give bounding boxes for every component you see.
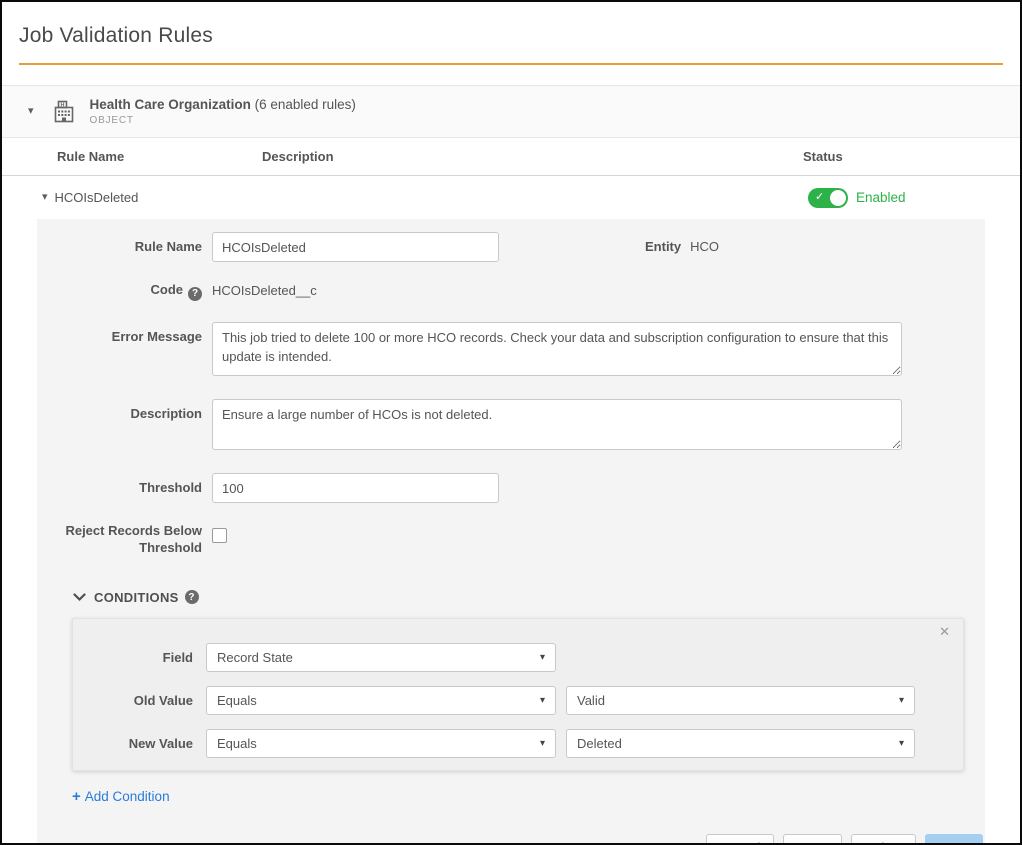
new-value-operator: Equals	[217, 736, 257, 751]
reject-below-threshold-checkbox[interactable]	[212, 528, 227, 543]
threshold-row: Threshold	[37, 473, 985, 503]
chevron-down-icon: ▾	[540, 652, 545, 663]
add-condition-link[interactable]: + Add Condition	[72, 788, 170, 805]
section-header-hco[interactable]: ▾ H Health Care Organization (6 enabled …	[2, 85, 1020, 138]
new-value-label: New Value	[73, 736, 193, 751]
page-title: Job Validation Rules	[19, 24, 1003, 48]
description-textarea[interactable]: Ensure a large number of HCOs is not del…	[212, 399, 902, 450]
section-title: Health Care Organization	[90, 97, 251, 112]
condition-field-row: Field Record State ▾	[73, 643, 963, 672]
field-dropdown-value: Record State	[217, 650, 293, 665]
job-validation-rules-window: Job Validation Rules ▾ H Health Care Org…	[0, 0, 1022, 845]
description-row: Description Ensure a large number of HCO…	[37, 399, 985, 453]
rule-collapse-caret-icon[interactable]: ▾	[42, 192, 48, 203]
new-value-dropdown[interactable]: Deleted ▾	[566, 729, 915, 758]
entity-value: HCO	[690, 239, 719, 254]
page-header: Job Validation Rules	[2, 2, 1020, 48]
cancel-button[interactable]: Cancel	[706, 834, 774, 845]
accent-divider	[19, 63, 1003, 65]
chevron-down-icon: ▾	[899, 695, 904, 706]
field-label: Field	[73, 650, 193, 665]
section-type-label: OBJECT	[90, 115, 356, 126]
rule-edit-form: Rule Name Entity HCO Code? HCOIsDeleted_…	[37, 219, 985, 845]
conditions-help-icon[interactable]: ?	[185, 590, 199, 604]
error-message-row: Error Message This job tried to delete 1…	[37, 322, 985, 379]
status-badge: Enabled	[856, 190, 906, 205]
rule-name-row: Rule Name Entity HCO	[37, 232, 985, 262]
old-value-dropdown[interactable]: Valid ▾	[566, 686, 915, 715]
section-rule-count: (6 enabled rules)	[255, 97, 356, 112]
save-button[interactable]: Save	[925, 834, 983, 845]
chevron-down-icon: ▾	[540, 695, 545, 706]
check-icon: ✓	[815, 192, 824, 203]
form-action-buttons: Cancel Copy Delete Save	[37, 834, 985, 845]
old-value-value: Valid	[577, 693, 605, 708]
entity-label: Entity	[645, 239, 681, 254]
reject-below-threshold-label: Reject Records Below Threshold	[37, 523, 202, 556]
threshold-label: Threshold	[37, 473, 202, 496]
rule-name-label: Rule Name	[37, 232, 202, 255]
rules-table-header: Rule Name Description Status	[2, 138, 1020, 176]
toggle-knob	[830, 190, 846, 206]
entity-group: Entity HCO	[645, 232, 719, 254]
condition-new-value-row: New Value Equals ▾ Deleted ▾	[73, 729, 963, 758]
old-value-operator-dropdown[interactable]: Equals ▾	[206, 686, 556, 715]
description-label: Description	[37, 399, 202, 422]
chevron-down-icon	[73, 593, 86, 602]
code-label: Code?	[37, 282, 202, 301]
error-message-label: Error Message	[37, 322, 202, 345]
code-help-icon[interactable]: ?	[188, 287, 202, 301]
field-dropdown[interactable]: Record State ▾	[206, 643, 556, 672]
copy-button[interactable]: Copy	[783, 834, 841, 845]
plus-icon: +	[72, 788, 81, 805]
rule-status-cell: ✓ Enabled	[808, 188, 1020, 208]
add-condition-label: Add Condition	[85, 789, 170, 804]
section-text: Health Care Organization (6 enabled rule…	[90, 97, 356, 126]
column-header-rule-name: Rule Name	[57, 149, 262, 164]
conditions-header[interactable]: CONDITIONS ?	[73, 590, 985, 605]
delete-button[interactable]: Delete	[851, 834, 917, 845]
threshold-input[interactable]	[212, 473, 499, 503]
code-row: Code? HCOIsDeleted__c	[37, 282, 985, 301]
condition-old-value-row: Old Value Equals ▾ Valid ▾	[73, 686, 963, 715]
svg-text:H: H	[60, 102, 64, 108]
status-toggle[interactable]: ✓	[808, 188, 848, 208]
section-collapse-caret-icon[interactable]: ▾	[28, 106, 34, 117]
rule-row-hcoisdeleted[interactable]: ▾ HCOIsDeleted ✓ Enabled	[2, 176, 1020, 219]
new-value-value: Deleted	[577, 736, 622, 751]
chevron-down-icon: ▾	[899, 738, 904, 749]
old-value-label: Old Value	[73, 693, 193, 708]
hospital-building-icon: H	[52, 99, 76, 125]
rule-row-name: HCOIsDeleted	[55, 190, 139, 205]
column-header-status: Status	[803, 149, 1020, 164]
old-value-operator: Equals	[217, 693, 257, 708]
close-icon[interactable]: ✕	[939, 625, 950, 638]
error-message-textarea[interactable]: This job tried to delete 100 or more HCO…	[212, 322, 902, 376]
conditions-title: CONDITIONS	[94, 590, 179, 605]
new-value-operator-dropdown[interactable]: Equals ▾	[206, 729, 556, 758]
column-header-description: Description	[262, 149, 803, 164]
reject-below-threshold-row: Reject Records Below Threshold	[37, 523, 985, 556]
condition-panel: ✕ Field Record State ▾ Old Value Equals …	[72, 618, 964, 771]
chevron-down-icon: ▾	[540, 738, 545, 749]
rule-name-input[interactable]	[212, 232, 499, 262]
code-value: HCOIsDeleted__c	[212, 282, 317, 298]
